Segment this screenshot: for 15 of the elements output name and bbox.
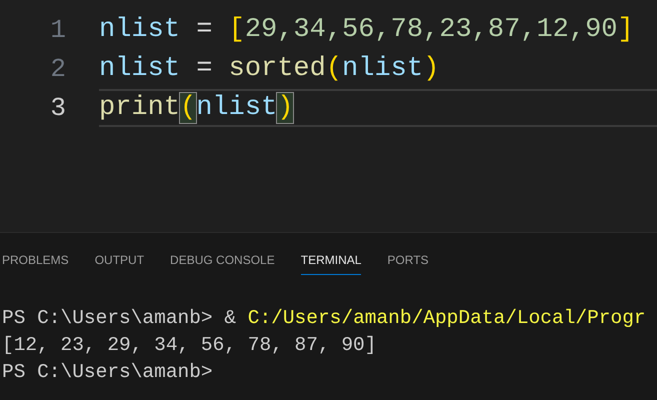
terminal[interactable]: PS C:\Users\amanb> & C:/Users/amanb/AppData/Local/Progr [12, 23, 29, 34, 56, 78, 87, 90] PS C:\Users\amanb> [0, 277, 657, 386]
code-line: print(nlist) [99, 88, 657, 126]
panel-tab[interactable]: TERMINAL [300, 245, 362, 275]
line-number: 1 [49, 14, 66, 46]
terminal-line: [12, 23, 29, 34, 56, 78, 87, 90] [1, 333, 378, 358]
panel-tab[interactable]: PROBLEMS [2, 245, 69, 275]
panel-tab[interactable]: PORTS [387, 245, 429, 275]
panel-tab[interactable]: OUTPUT [94, 245, 144, 275]
terminal-line: PS C:\Users\amanb> [1, 360, 214, 385]
line-number: 2 [49, 52, 66, 86]
terminal-line: PS C:\Users\amanb> & C:/Users/amanb/AppData/Local/Progr [1, 306, 647, 331]
code-line: nlist = sorted(nlist) [99, 52, 440, 86]
line-number: 3 [49, 92, 66, 124]
panel-tab[interactable]: DEBUG CONSOLE [170, 245, 275, 275]
code-line: nlist = [29,34,56,78,23,87,12,90] [99, 14, 635, 46]
